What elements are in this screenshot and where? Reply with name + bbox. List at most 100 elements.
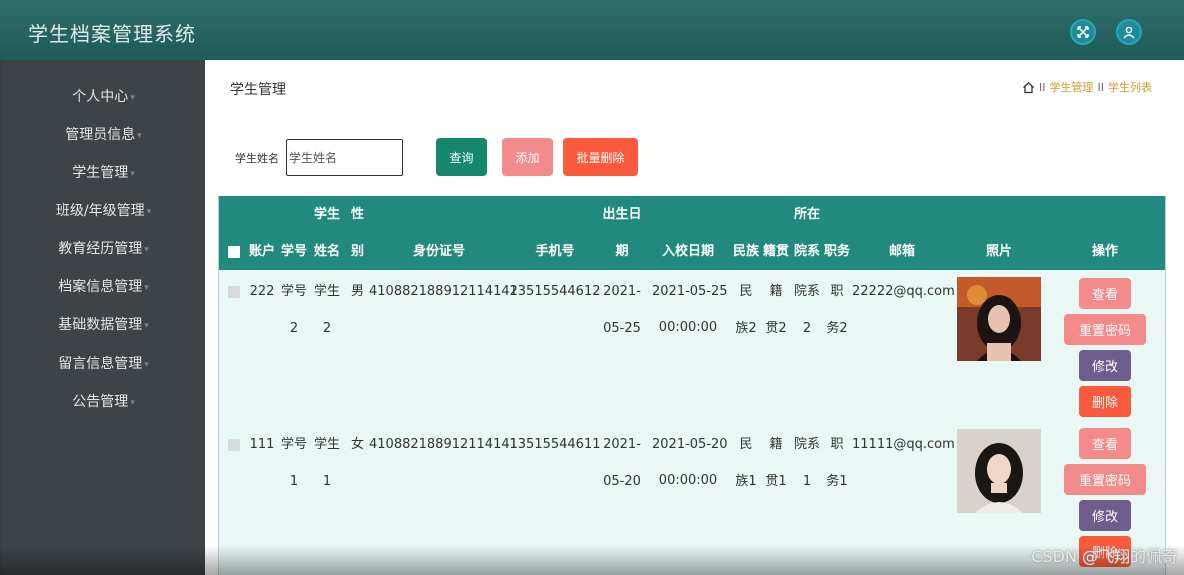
header-department: 所在院系 [793,207,820,259]
search-label: 学生姓名 [235,152,279,165]
chevron-down-icon: ▾ [144,321,149,331]
view-button[interactable]: 查看 [1079,428,1131,459]
table-row: 222 学号2 学生2 男 410882188912114142 1351554… [219,274,1165,426]
reset-password-button[interactable]: 重置密码 [1064,464,1146,495]
table-row: 111 学号1 学生1 女 410882188912114141 1351554… [219,427,1165,575]
select-all-checkbox[interactable] [228,246,240,258]
fullscreen-icon[interactable] [1070,19,1096,45]
chevron-down-icon: ▾ [137,131,142,141]
sidebar-item-label: 教育经历管理 [58,241,143,257]
sidebar-item-class-grade[interactable]: 班级/年级管理 ▾ [2,195,205,225]
cell-enroll-time: 00:00:00 [658,320,718,335]
cell-enroll-time: 00:00:00 [658,473,718,488]
cell-position: 职务1 [826,437,848,489]
sidebar-item-label: 公告管理 [72,394,129,410]
top-bar: 学生档案管理系统 [0,0,1184,60]
cell-enroll-date: 2021-05-25 [652,284,728,299]
sidebar-item-admin-info[interactable]: 管理员信息 ▾ [2,119,205,149]
add-button[interactable]: 添加 [502,138,553,176]
sidebar-item-label: 管理员信息 [65,127,136,143]
cell-student-no: 学号2 [281,284,308,336]
page-title: 学生管理 [230,82,286,98]
cell-gender: 男 [350,284,364,299]
cell-email: 11111@qq.com [852,437,955,452]
row-checkbox[interactable] [228,286,240,298]
chevron-down-icon: ▾ [144,245,149,255]
chevron-down-icon: ▾ [130,93,135,103]
cell-email: 22222@qq.com [852,284,955,299]
cell-enroll-date: 2021-05-20 [652,437,728,452]
cell-native-place: 籍贯1 [765,437,787,489]
header-ethnicity: 民族 [732,244,759,259]
cell-id-card: 410882188912114141 [369,437,518,452]
chevron-down-icon: ▾ [144,360,149,370]
chevron-down-icon: ▾ [130,169,135,179]
student-name-search-input[interactable] [286,139,403,176]
cell-department: 院系1 [793,437,820,489]
header-student-name: 学生姓名 [313,207,340,259]
sidebar-item-label: 档案信息管理 [58,279,143,295]
sidebar-item-label: 留言信息管理 [58,356,143,372]
sidebar-item-label: 个人中心 [72,89,129,105]
sidebar-item-announcements[interactable]: 公告管理 ▾ [2,386,205,416]
delete-button[interactable]: 删除 [1079,386,1131,417]
sidebar-item-messages[interactable]: 留言信息管理 ▾ [2,348,205,378]
view-button[interactable]: 查看 [1079,278,1131,309]
cell-phone: 13515544611 [509,437,601,452]
header-gender: 性别 [350,207,364,259]
student-photo [957,277,1041,361]
cell-birthday: 2021-05-20 [603,437,641,489]
cell-account: 111 [249,437,275,452]
chevron-down-icon: ▾ [144,283,149,293]
sidebar-item-archive-info[interactable]: 档案信息管理 ▾ [2,271,205,301]
sidebar-item-personal-center[interactable]: 个人中心 ▾ [2,81,205,111]
sidebar-item-label: 基础数据管理 [58,317,143,333]
student-table: 账户 学号 学生姓名 性别 身份证号 手机号 出生日期 入校日期 民族 籍贯 所… [218,196,1166,575]
cell-student-no: 学号1 [281,437,308,489]
cell-department: 院系2 [793,284,820,336]
watermark: CSDN @飞翔的佩奇 [1031,547,1178,566]
header-email: 邮箱 [888,244,915,259]
cell-ethnicity: 民族1 [735,437,757,489]
cell-ethnicity: 民族2 [735,284,757,336]
sidebar-item-label: 班级/年级管理 [55,203,145,219]
cell-student-name: 学生1 [313,437,340,489]
home-icon[interactable] [1022,81,1035,94]
cell-phone: 13515544612 [509,284,601,299]
query-button[interactable]: 查询 [436,138,487,176]
header-birthday: 出生日期 [602,207,642,259]
user-icon[interactable] [1116,19,1142,45]
chevron-down-icon: ▾ [130,398,135,408]
cell-gender: 女 [350,437,364,452]
breadcrumb-separator: II [1039,80,1046,94]
header-enroll-date: 入校日期 [661,244,714,259]
cell-id-card: 410882188912114142 [369,284,518,299]
sidebar-item-student-management[interactable]: 学生管理 ▾ [2,157,205,187]
header-phone: 手机号 [535,244,575,259]
header-position: 职务 [823,244,850,259]
sidebar-item-education-history[interactable]: 教育经历管理 ▾ [2,233,205,263]
cell-birthday: 2021-05-25 [603,284,641,336]
header-native-place: 籍贯 [762,244,789,259]
edit-button[interactable]: 修改 [1079,500,1131,531]
cell-native-place: 籍贯2 [765,284,787,336]
header-id-card: 身份证号 [412,244,465,259]
header-photo: 照片 [985,244,1012,259]
breadcrumb-item-student-list[interactable]: 学生列表 [1108,79,1152,95]
header-student-no: 学号 [280,244,307,259]
row-checkbox[interactable] [228,439,240,451]
breadcrumb-item-student-management[interactable]: 学生管理 [1050,79,1094,95]
chevron-down-icon: ▾ [146,207,152,217]
sidebar-item-basic-data[interactable]: 基础数据管理 ▾ [2,309,205,339]
batch-delete-button[interactable]: 批量删除 [563,138,638,176]
app-title: 学生档案管理系统 [28,22,196,46]
cell-position: 职务2 [826,284,848,336]
header-actions: 操作 [1091,244,1118,259]
reset-password-button[interactable]: 重置密码 [1064,314,1146,345]
header-account: 账户 [248,244,275,259]
cell-student-name: 学生2 [313,284,340,336]
main-content: 学生管理 II 学生管理 II 学生列表 学生姓名 查询 添加 批量删除 账户 … [205,60,1184,575]
sidebar: 个人中心 ▾ 管理员信息 ▾ 学生管理 ▾ 班级/年级管理 ▾ 教育经历管理 ▾ 档案信息… [2,60,205,575]
edit-button[interactable]: 修改 [1079,350,1131,381]
table-header: 账户 学号 学生姓名 性别 身份证号 手机号 出生日期 入校日期 民族 籍贯 所… [219,196,1165,270]
